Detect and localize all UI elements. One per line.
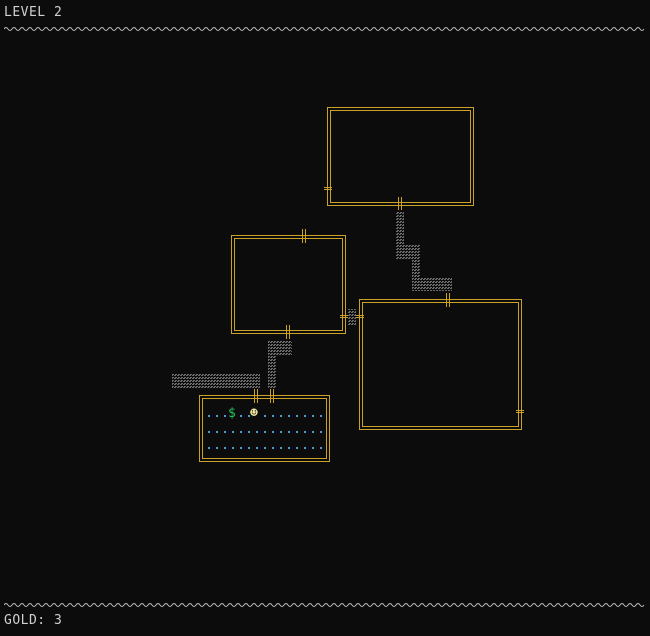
floor-tile <box>320 415 322 417</box>
floor-tile <box>288 447 290 449</box>
corridor-segment <box>268 340 276 388</box>
corridor-segment <box>412 277 452 291</box>
floor-tile <box>312 415 314 417</box>
gold-pile[interactable]: $ <box>228 406 236 421</box>
floor-tile <box>272 415 274 417</box>
floor-tile <box>240 415 242 417</box>
door-middle-room-bottom <box>286 325 290 339</box>
floor-tile <box>232 447 234 449</box>
floor-tile <box>224 447 226 449</box>
floor-tile <box>224 431 226 433</box>
floor-tile <box>304 431 306 433</box>
room-floor <box>208 415 322 449</box>
corridor-segment <box>348 309 356 325</box>
floor-tile <box>296 447 298 449</box>
floor-tile <box>296 431 298 433</box>
floor-tile <box>320 431 322 433</box>
floor-tile <box>256 431 258 433</box>
room-right <box>359 299 522 430</box>
floor-tile <box>208 447 210 449</box>
floor-tile <box>288 415 290 417</box>
floor-tile <box>304 415 306 417</box>
floor-tile <box>280 431 282 433</box>
floor-tile <box>216 447 218 449</box>
floor-tile <box>240 431 242 433</box>
gold-counter: GOLD: 3 <box>4 613 63 628</box>
floor-tile <box>312 447 314 449</box>
corridor-segment <box>172 373 260 388</box>
floor-tile <box>288 431 290 433</box>
room-middle-left <box>231 235 346 334</box>
floor-tile <box>312 431 314 433</box>
floor-tile <box>264 447 266 449</box>
floor-tile <box>264 431 266 433</box>
floor-tile <box>280 415 282 417</box>
floor-tile <box>320 447 322 449</box>
floor-tile <box>296 415 298 417</box>
floor-tile <box>248 431 250 433</box>
floor-tile <box>248 447 250 449</box>
floor-tile <box>264 415 266 417</box>
floor-tile <box>240 447 242 449</box>
floor-tile <box>216 415 218 417</box>
floor-tile <box>208 415 210 417</box>
floor-tile <box>272 431 274 433</box>
door-right-room-right <box>516 410 524 413</box>
room-top <box>327 107 474 206</box>
door-top-room-bottom <box>398 197 402 210</box>
floor-tile <box>216 431 218 433</box>
bottom-divider <box>4 603 645 607</box>
floor-tile <box>232 431 234 433</box>
floor-tile <box>304 447 306 449</box>
floor-tile <box>280 447 282 449</box>
player-character: ☻ <box>250 406 258 421</box>
room-bottom-left <box>199 395 330 462</box>
floor-tile <box>224 415 226 417</box>
dungeon-map: $ ☻ <box>172 107 524 462</box>
floor-tile <box>256 447 258 449</box>
floor-tile <box>272 447 274 449</box>
door-middle-room-right <box>340 315 348 318</box>
floor-tile <box>208 431 210 433</box>
